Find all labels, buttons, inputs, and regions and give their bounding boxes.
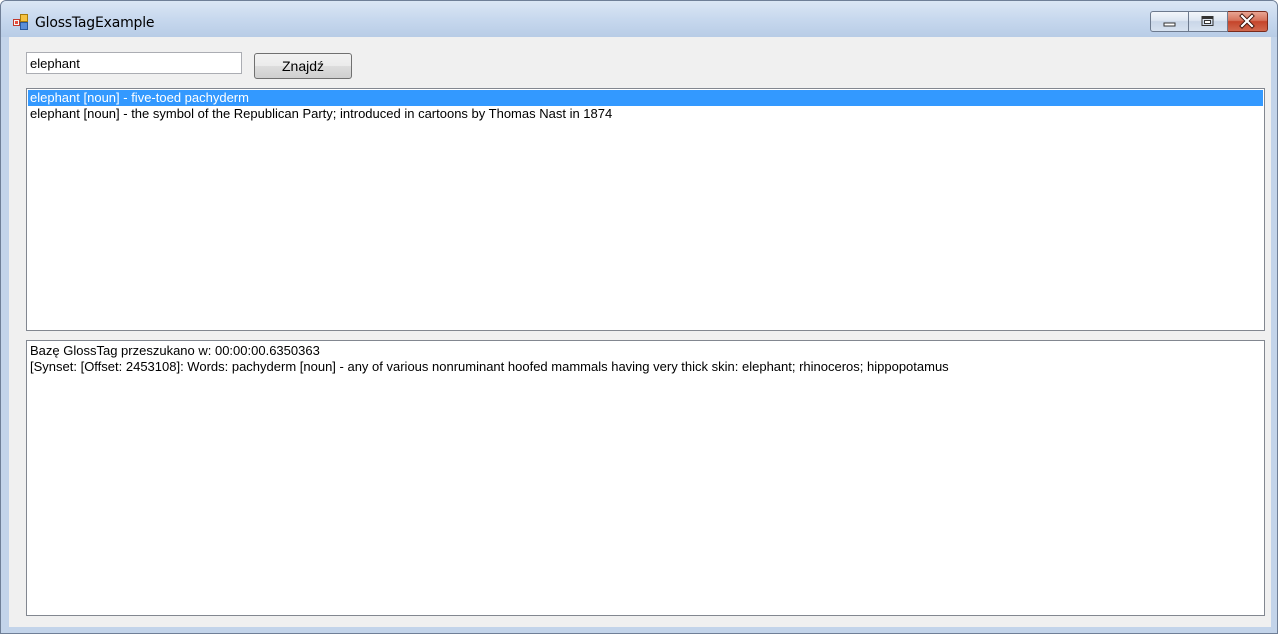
list-item[interactable]: elephant [noun] - five-toed pachyderm: [28, 90, 1263, 106]
restore-icon: [1201, 16, 1214, 26]
search-time-line: Bazę GlossTag przeszukano w: 00:00:00.63…: [30, 343, 320, 358]
search-input[interactable]: [26, 52, 242, 74]
minimize-icon: [1163, 22, 1176, 27]
find-button[interactable]: Znajdź: [254, 53, 352, 79]
client-area: Znajdź elephant [noun] - five-toed pachy…: [9, 37, 1271, 627]
close-icon: [1239, 13, 1255, 29]
maximize-button[interactable]: [1189, 11, 1228, 32]
app-icon: [13, 14, 28, 30]
close-button[interactable]: [1228, 11, 1268, 32]
minimize-button[interactable]: [1150, 11, 1189, 32]
app-window: GlossTagExample elephant Znajdź elephant…: [0, 0, 1278, 634]
list-item[interactable]: elephant [noun] - the symbol of the Repu…: [28, 106, 1263, 122]
window-title: GlossTagExample: [35, 15, 155, 31]
caption-buttons: [1150, 11, 1268, 33]
title-bar[interactable]: GlossTagExample: [1, 1, 1277, 37]
output-textbox[interactable]: Bazę GlossTag przeszukano w: 00:00:00.63…: [26, 340, 1265, 616]
synset-line: [Synset: [Offset: 2453108]: Words: pachy…: [30, 359, 949, 374]
results-listbox[interactable]: elephant [noun] - five-toed pachyderm el…: [26, 88, 1265, 331]
